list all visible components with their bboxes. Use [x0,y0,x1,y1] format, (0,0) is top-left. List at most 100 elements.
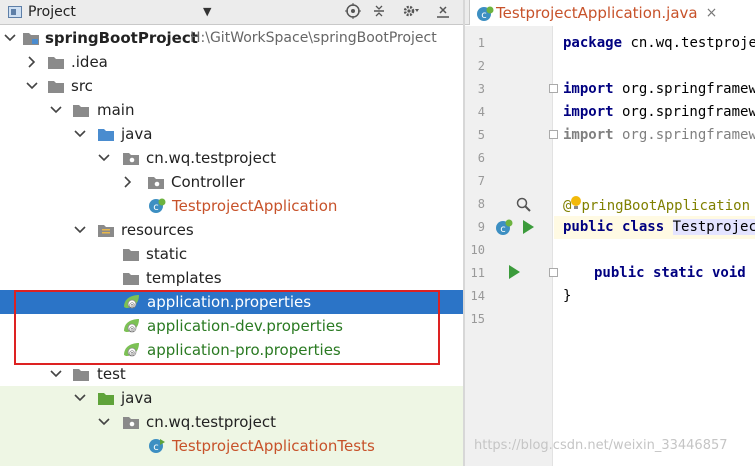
editor-tab-label: TestprojectApplication.java [496,3,698,22]
tree-row-test-java[interactable]: java [0,386,463,410]
tree-row-testprojectapplicationtests[interactable]: c TestprojectApplicationTests [0,434,463,458]
spring-class-icon: c [148,197,166,213]
chevron-down-icon[interactable] [50,104,62,116]
line-number: 4 [477,105,485,119]
tree-row-java[interactable]: java [0,122,463,146]
view-dropdown-icon[interactable]: ▼ [203,5,211,18]
editor-tab-bar: c TestprojectApplication.java × [465,0,755,25]
gear-icon[interactable] [402,3,420,21]
spring-properties-icon: @ [122,341,140,357]
tree-item-label: .idea [71,53,108,71]
close-icon[interactable]: × [706,5,718,21]
project-icon [8,6,22,18]
chevron-down-icon[interactable] [50,368,62,380]
keyword: public static void [594,265,746,281]
svg-text:c: c [153,202,159,213]
chevron-down-icon[interactable] [74,392,86,404]
package-icon [122,414,140,430]
resources-folder-icon [97,222,115,238]
collapse-icon[interactable] [370,3,388,21]
run-class-icon[interactable] [523,220,534,234]
watermark-text: https://blog.csdn.net/weixin_33446857 [474,438,728,453]
folder-icon [122,270,140,286]
svg-text:@: @ [129,302,135,309]
code-line-1: package cn.wq.testproje [563,35,755,51]
chevron-down-icon[interactable] [74,128,86,140]
project-pane-title[interactable]: Project [28,4,76,20]
tree-row-src[interactable]: src [0,74,463,98]
code-text: org.springframew [613,104,755,120]
tree-row-application-pro-properties[interactable]: @ application-pro.properties [0,338,463,362]
tree-row-controller[interactable]: Controller [0,170,463,194]
tree-item-label: test [97,365,126,383]
line-number: 6 [477,151,485,165]
tree-row-testprojectapplication[interactable]: c TestprojectApplication [0,194,463,218]
code-line-14: } [563,288,571,304]
chevron-down-icon[interactable] [4,32,16,44]
tree-row-application-properties[interactable]: @ application.properties [0,290,463,314]
tree-item-label: application-dev.properties [147,317,343,335]
tree-row-resources[interactable]: resources [0,218,463,242]
run-main-icon[interactable] [509,265,520,279]
code-text-area[interactable]: package cn.wq.testproje import org.sprin… [554,26,755,466]
tree-row-springbootproject[interactable]: springBootProject H:\GitWorkSpace\spring… [0,26,463,50]
tree-item-label: application-pro.properties [147,341,341,359]
spring-properties-icon: @ [122,293,140,309]
line-number: 9 [477,220,485,234]
bean-search-icon[interactable] [516,197,532,217]
chevron-down-icon[interactable] [26,80,38,92]
tree-item-label: application.properties [147,293,312,311]
code-editor: c TestprojectApplication.java × 1 2 3 4 … [465,0,755,466]
line-number: 5 [477,128,485,142]
keyword: import [563,127,614,143]
line-number: 15 [470,312,485,326]
tree-item-label: main [97,101,135,119]
svg-text:c: c [500,224,506,235]
folder-icon [72,102,90,118]
tree-row-idea[interactable]: .idea [0,50,463,74]
test-folder-icon [97,390,115,406]
chevron-down-icon[interactable] [98,416,110,428]
keyword: import [563,104,614,120]
folder-icon [47,78,65,94]
tree-item-label: static [146,245,188,263]
code-line-4: import org.springframew [563,104,755,120]
lightbulb-icon[interactable] [571,196,582,210]
svg-text:c: c [481,10,487,21]
code-line-9: public class Testprojec [563,219,755,235]
tree-row-static[interactable]: static [0,242,463,266]
code-text: org.springframew [613,127,755,143]
tree-row-test[interactable]: test [0,362,463,386]
line-number: 7 [477,174,485,188]
tree-row-templates[interactable]: templates [0,266,463,290]
tree-item-label: springBootProject [45,29,198,47]
keyword: package [563,35,623,51]
editor-tab-testprojectapplication[interactable]: c TestprojectApplication.java × [469,0,755,25]
hide-icon[interactable] [434,3,452,21]
line-number: 14 [470,289,485,303]
source-folder-icon [97,126,115,142]
tree-row-test-package[interactable]: cn.wq.testproject [0,410,463,434]
spring-class-icon: c [476,5,494,21]
tree-item-label: src [71,77,93,95]
tree-row-package[interactable]: cn.wq.testproject [0,146,463,170]
chevron-down-icon[interactable] [98,152,110,164]
chevron-right-icon[interactable] [122,176,134,188]
svg-text:@: @ [129,350,135,357]
class-name: Testprojec [672,219,755,235]
tree-item-label: TestprojectApplicationTests [172,437,375,455]
spring-bean-icon[interactable]: c [494,218,514,242]
tree-item-label: Controller [171,173,245,191]
project-tool-window: Project ▼ springBootProject H:\GitWorkSp… [0,0,463,466]
line-number: 3 [477,82,485,96]
target-icon[interactable] [344,3,362,21]
tree-row-application-dev-properties[interactable]: @ application-dev.properties [0,314,463,338]
tree-item-label: resources [121,221,194,239]
tree-row-main[interactable]: main [0,98,463,122]
keyword: public class [563,219,665,235]
line-number: 1 [477,36,485,50]
line-number: 2 [477,59,485,73]
chevron-down-icon[interactable] [74,224,86,236]
editor-gutter: 1 2 3 4 5 6 7 8 9 10 11 14 15 c [465,26,558,466]
chevron-right-icon[interactable] [26,56,38,68]
